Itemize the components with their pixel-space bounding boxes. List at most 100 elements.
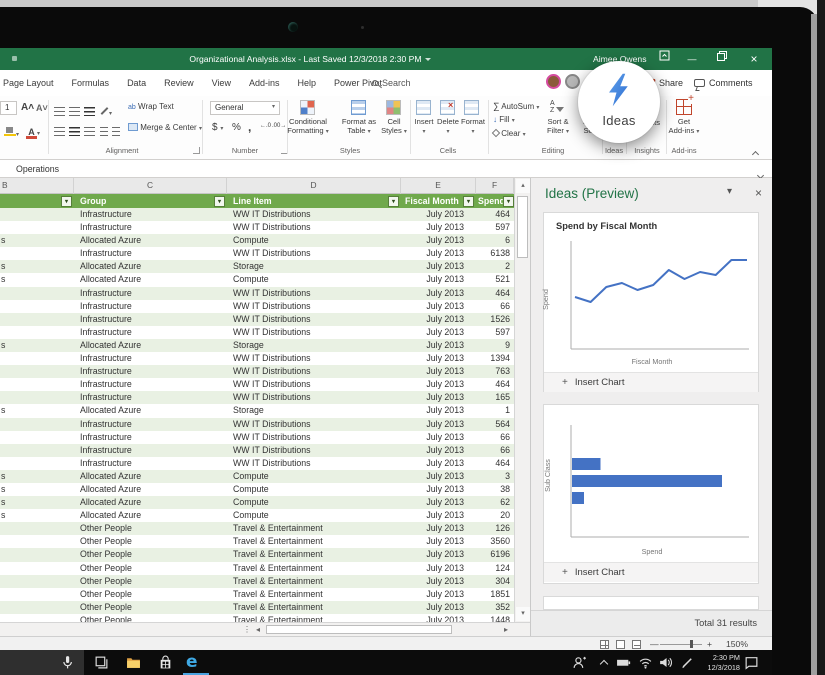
pane-close-icon[interactable]: × bbox=[755, 186, 762, 200]
zoom-slider[interactable] bbox=[660, 644, 702, 646]
filter-button[interactable]: ▾ bbox=[61, 196, 72, 207]
align-center-icon[interactable] bbox=[69, 123, 80, 141]
comma-format-button[interactable]: , bbox=[248, 120, 251, 134]
vertical-scroll-thumb[interactable] bbox=[517, 196, 528, 258]
page-layout-view-icon[interactable] bbox=[616, 640, 625, 649]
store-icon[interactable] bbox=[158, 655, 173, 670]
wifi-icon[interactable] bbox=[638, 655, 653, 670]
sort-filter-button[interactable]: Sort &Filter ▾ bbox=[540, 117, 576, 137]
action-center-icon[interactable] bbox=[744, 655, 759, 670]
insert-chart-button[interactable]: +Insert Chart bbox=[544, 372, 758, 392]
align-middle-icon[interactable] bbox=[69, 103, 80, 121]
table-row[interactable]: sAllocated AzureStorageJuly 20131 bbox=[0, 404, 514, 417]
wrap-text-button[interactable]: ab Wrap Text bbox=[128, 102, 174, 111]
table-row[interactable]: InfrastructureWW IT DistributionsJuly 20… bbox=[0, 365, 514, 378]
ribbon-display-options-button[interactable] bbox=[654, 48, 674, 70]
table-row[interactable]: Other PeopleTravel & EntertainmentJuly 2… bbox=[0, 614, 514, 622]
table-row[interactable]: Other PeopleTravel & EntertainmentJuly 2… bbox=[0, 575, 514, 588]
horizontal-scroll-thumb[interactable] bbox=[266, 625, 452, 634]
get-addins-label[interactable]: GetAdd-ins ▾ bbox=[666, 117, 702, 137]
quick-access-icon[interactable] bbox=[12, 56, 17, 61]
taskbar-clock[interactable]: 2:30 PM12/3/2018 bbox=[694, 653, 740, 672]
align-bottom-icon[interactable] bbox=[84, 103, 95, 121]
comments-button[interactable]: Comments bbox=[694, 75, 753, 92]
split-handle[interactable]: ⋮ bbox=[243, 623, 249, 637]
increase-decimal-icon[interactable]: ←.0 bbox=[260, 123, 271, 129]
table-row[interactable]: sAllocated AzureComputeJuly 20133 bbox=[0, 470, 514, 483]
align-right-icon[interactable] bbox=[84, 123, 95, 141]
close-button[interactable]: × bbox=[744, 48, 764, 70]
speaker-icon[interactable] bbox=[658, 655, 673, 670]
number-format-select[interactable]: General▾ bbox=[210, 101, 280, 115]
align-left-icon[interactable] bbox=[54, 123, 65, 141]
increase-font-icon[interactable]: A˄ bbox=[21, 102, 34, 113]
table-row[interactable]: InfrastructureWW IT DistributionsJuly 20… bbox=[0, 378, 514, 391]
scroll-down-icon[interactable]: ▾ bbox=[516, 607, 530, 621]
clear-button[interactable]: Clear ▾ bbox=[493, 129, 526, 138]
table-row[interactable]: InfrastructureWW IT DistributionsJuly 20… bbox=[0, 313, 514, 326]
insert-chart-button[interactable]: +Insert Chart bbox=[544, 562, 758, 582]
table-row[interactable]: sAllocated AzureComputeJuly 20136 bbox=[0, 234, 514, 247]
table-row[interactable]: InfrastructureWW IT DistributionsJuly 20… bbox=[0, 326, 514, 339]
ribbon-tab-page-layout[interactable]: Page Layout bbox=[3, 70, 54, 96]
fill-button[interactable]: ↓ Fill ▾ bbox=[493, 115, 515, 124]
file-explorer-icon[interactable] bbox=[126, 655, 141, 670]
people-icon[interactable] bbox=[572, 655, 587, 670]
zoom-in-icon[interactable]: + bbox=[707, 637, 712, 651]
table-row[interactable]: sAllocated AzureComputeJuly 2013521 bbox=[0, 273, 514, 286]
table-row[interactable]: Other PeopleTravel & EntertainmentJuly 2… bbox=[0, 562, 514, 575]
column-header-b[interactable]: B bbox=[0, 178, 74, 194]
vertical-scrollbar[interactable]: ▴ ▾ bbox=[514, 178, 530, 622]
table-header-b[interactable]: ▾ bbox=[0, 194, 74, 208]
scroll-up-icon[interactable]: ▴ bbox=[516, 179, 530, 193]
filter-button[interactable]: ▾ bbox=[214, 196, 225, 207]
table-header-spend[interactable]: Spend▾ bbox=[476, 194, 514, 208]
percent-format-button[interactable]: % bbox=[232, 122, 241, 133]
sort-filter-icon[interactable]: AZ bbox=[550, 100, 564, 114]
normal-view-icon[interactable] bbox=[600, 640, 609, 649]
table-header-line-item[interactable]: Line Item▾ bbox=[227, 194, 401, 208]
column-header-e[interactable]: E bbox=[401, 178, 476, 194]
microphone-icon[interactable] bbox=[60, 655, 75, 670]
font-color-icon[interactable]: A▾ bbox=[26, 122, 40, 140]
ribbon-tab-formulas[interactable]: Formulas bbox=[72, 70, 110, 96]
column-header-d[interactable]: D bbox=[227, 178, 401, 194]
avatar[interactable] bbox=[546, 74, 561, 89]
table-header-fiscal-month[interactable]: Fiscal Month▾ bbox=[401, 194, 476, 208]
table-row[interactable]: Other PeopleTravel & EntertainmentJuly 2… bbox=[0, 522, 514, 535]
zoom-level[interactable]: 150% bbox=[726, 637, 748, 651]
table-row[interactable]: sAllocated AzureComputeJuly 201320 bbox=[0, 509, 514, 522]
merge-center-button[interactable]: Merge & Center ▾ bbox=[128, 123, 202, 132]
formula-bar[interactable]: Operations bbox=[0, 160, 772, 178]
restore-button[interactable] bbox=[712, 48, 732, 70]
table-row[interactable]: Other PeopleTravel & EntertainmentJuly 2… bbox=[0, 601, 514, 614]
table-row[interactable]: InfrastructureWW IT DistributionsJuly 20… bbox=[0, 352, 514, 365]
ribbon-tab-help[interactable]: Help bbox=[297, 70, 316, 96]
autosum-button[interactable]: ∑ AutoSum ▾ bbox=[493, 101, 539, 111]
table-row[interactable]: Other PeopleTravel & EntertainmentJuly 2… bbox=[0, 588, 514, 601]
increase-indent-icon[interactable] bbox=[112, 123, 120, 141]
table-row[interactable]: InfrastructureWW IT DistributionsJuly 20… bbox=[0, 208, 514, 221]
ribbon-tab-review[interactable]: Review bbox=[164, 70, 194, 96]
table-row[interactable]: InfrastructureWW IT DistributionsJuly 20… bbox=[0, 247, 514, 260]
battery-icon[interactable] bbox=[616, 655, 631, 670]
font-size-input[interactable]: 1 bbox=[0, 101, 17, 115]
table-row[interactable]: InfrastructureWW IT DistributionsJuly 20… bbox=[0, 418, 514, 431]
ribbon-tab-view[interactable]: View bbox=[212, 70, 231, 96]
ideas-callout-button[interactable]: Ideas bbox=[578, 61, 660, 143]
zoom-out-icon[interactable]: — bbox=[650, 637, 659, 651]
table-row[interactable]: InfrastructureWW IT DistributionsJuly 20… bbox=[0, 457, 514, 470]
table-row[interactable]: InfrastructureWW IT DistributionsJuly 20… bbox=[0, 444, 514, 457]
table-row[interactable]: Other PeopleTravel & EntertainmentJuly 2… bbox=[0, 535, 514, 548]
task-view-icon[interactable] bbox=[94, 655, 109, 670]
zoom-slider-thumb[interactable] bbox=[690, 640, 693, 648]
table-row[interactable]: sAllocated AzureComputeJuly 201338 bbox=[0, 483, 514, 496]
pane-menu-icon[interactable]: ▾ bbox=[727, 186, 732, 197]
decrease-indent-icon[interactable] bbox=[100, 123, 108, 141]
table-row[interactable]: InfrastructureWW IT DistributionsJuly 20… bbox=[0, 431, 514, 444]
align-top-icon[interactable] bbox=[54, 103, 65, 121]
format-cells-label[interactable]: Format▾ bbox=[456, 117, 490, 137]
decrease-font-icon[interactable]: A˅ bbox=[36, 103, 48, 113]
conditional-formatting-label[interactable]: ConditionalFormatting ▾ bbox=[283, 117, 333, 137]
table-row[interactable]: sAllocated AzureStorageJuly 20132 bbox=[0, 260, 514, 273]
